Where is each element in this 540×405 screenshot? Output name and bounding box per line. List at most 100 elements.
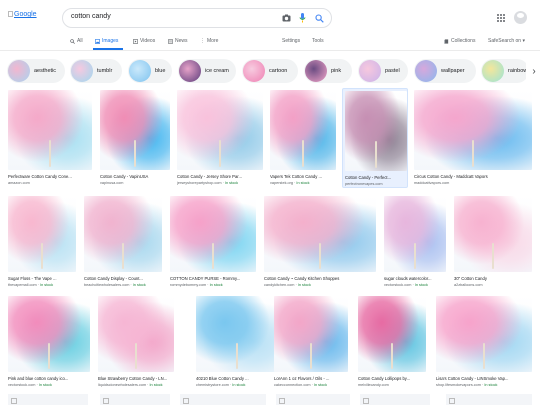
chip-wallpaper[interactable]: wallpaper	[414, 59, 476, 83]
result-source-line: a2zballoons.com	[454, 283, 532, 287]
result-caption[interactable]: Pink and blue cotton candy ico...	[8, 376, 90, 381]
tab-news[interactable]: News	[168, 38, 188, 44]
image-result-loading[interactable]	[360, 394, 430, 405]
result-thumbnail[interactable]	[98, 296, 174, 372]
image-result[interactable]: Cotton Candy Display - Count... beachciti…	[84, 196, 162, 292]
tab-videos[interactable]: Videos	[133, 38, 155, 44]
image-result-loading[interactable]	[180, 394, 266, 405]
result-thumbnail[interactable]	[358, 296, 426, 372]
result-thumbnail[interactable]	[274, 296, 348, 372]
result-caption[interactable]: 30" Cotton Candy	[454, 276, 532, 281]
chip-blue[interactable]: blue	[128, 59, 172, 83]
settings-link[interactable]: Settings	[282, 38, 300, 44]
chip-ice-cream[interactable]: ice cream	[178, 59, 236, 83]
result-caption[interactable]: 40210 Blue Cotton Candy ...	[196, 376, 278, 381]
chip-cartoon[interactable]: cartoon	[242, 59, 298, 83]
result-caption[interactable]: Cotton Candy - Perfect...	[345, 175, 407, 180]
result-caption[interactable]: Vapers Tek Cotton Candy ...	[270, 174, 336, 179]
result-thumbnail[interactable]	[100, 90, 170, 170]
image-result[interactable]: 40210 Blue Cotton Candy ... chemistrystor…	[196, 296, 278, 392]
result-thumbnail[interactable]	[177, 90, 263, 170]
result-thumbnail[interactable]	[8, 196, 76, 272]
image-result[interactable]: Cotton Candy - Perfect... perfectronevape…	[342, 88, 408, 188]
image-result[interactable]: Perfectware Cotton Candy Cone... amazon.c…	[8, 90, 92, 190]
chip-rainbow[interactable]: rainbow	[481, 59, 529, 83]
search-box[interactable]: cotton candy	[62, 8, 332, 28]
tools-link[interactable]: Tools	[312, 38, 324, 44]
image-result[interactable]: Cotton Candy Lollipops by... melvillecand…	[358, 296, 426, 392]
result-caption[interactable]: Perfectware Cotton Candy Cone...	[8, 174, 92, 179]
chip-thumbnail	[129, 60, 151, 82]
chip-tumblr[interactable]: tumblr	[70, 59, 122, 83]
result-thumbnail[interactable]	[8, 90, 92, 170]
cotton-candy-stick	[48, 343, 50, 369]
chip-aesthetic[interactable]: aesthetic	[7, 59, 65, 83]
image-result[interactable]: Cotton Candy - VapinUSA vapinusa.com	[100, 90, 170, 190]
image-result[interactable]: COTTON CANDY PURSE - Rommy... rommydebomm…	[170, 196, 256, 292]
chip-thumbnail	[305, 60, 327, 82]
result-source: vectorstock.com	[384, 283, 412, 287]
result-caption[interactable]: Lisa's Cotton Candy - LINSmoke Vap...	[436, 376, 532, 381]
result-thumbnail[interactable]	[384, 196, 446, 272]
result-thumbnail[interactable]	[454, 196, 532, 272]
search-icon[interactable]	[314, 13, 324, 23]
image-result[interactable]: Lisa's Cotton Candy - LINSmoke Vap... sho…	[436, 296, 532, 392]
image-result[interactable]: 30" Cotton Candy a2zballoons.com	[454, 196, 532, 292]
search-input[interactable]: cotton candy	[71, 13, 111, 20]
image-result[interactable]: Pink and blue cotton candy ico... vectors…	[8, 296, 90, 392]
result-thumbnail[interactable]	[345, 91, 407, 171]
tab-all[interactable]: All	[70, 38, 83, 44]
image-result[interactable]: Circus Cotton Candy - Maddcatt Vapors mad…	[414, 90, 532, 190]
result-thumbnail[interactable]	[264, 196, 376, 272]
image-result[interactable]: sugar clouds watercolor... vectorstock.co…	[384, 196, 446, 292]
result-caption[interactable]: Cotton Candy - VapinUSA	[100, 174, 170, 179]
chip-pastel[interactable]: pastel	[358, 59, 408, 83]
apps-grid-icon[interactable]	[497, 14, 505, 22]
result-thumbnail[interactable]	[84, 196, 162, 272]
chip-label: wallpaper	[441, 68, 465, 74]
result-caption[interactable]: COTTON CANDY PURSE - Rommy...	[170, 276, 256, 281]
collections-label: Collections	[451, 38, 476, 44]
microphone-icon[interactable]	[297, 13, 307, 23]
chip-pink[interactable]: pink	[304, 59, 352, 83]
result-source: melvillecandy.com	[358, 383, 389, 387]
result-thumbnail[interactable]	[8, 296, 90, 372]
result-caption[interactable]: Cotton Candy - Jersey Shore Par...	[177, 174, 263, 179]
result-caption[interactable]: Circus Cotton Candy - Maddcatt Vapors	[414, 174, 532, 179]
result-caption[interactable]: LorAnn 1 oz Flavors / Oils - ...	[274, 376, 348, 381]
image-result[interactable]: LorAnn 1 oz Flavors / Oils - ... cakeccon…	[274, 296, 348, 392]
logo-alt-text: Google	[14, 11, 37, 18]
result-thumbnail[interactable]	[270, 90, 336, 170]
result-caption[interactable]: Sugar Floss - The Vape ...	[8, 276, 76, 281]
google-logo[interactable]: Google	[8, 11, 37, 18]
result-thumbnail[interactable]	[414, 90, 532, 170]
in-stock-badge: In stock	[40, 283, 54, 287]
image-result-loading[interactable]	[100, 394, 170, 405]
result-thumbnail[interactable]	[170, 196, 256, 272]
result-source: vapinusa.com	[100, 181, 124, 185]
result-caption[interactable]: sugar clouds watercolor...	[384, 276, 446, 281]
tab-images[interactable]: Images	[95, 38, 118, 44]
result-thumbnail[interactable]	[436, 296, 532, 372]
result-caption[interactable]: Cotton Candy Display - Count...	[84, 276, 162, 281]
account-avatar[interactable]	[514, 11, 527, 24]
result-caption[interactable]: Cotton Candy Lollipops by...	[358, 376, 426, 381]
collections-link[interactable]: Collections	[444, 38, 475, 44]
image-result[interactable]: Cotton Candy - Jersey Shore Par... jersey…	[177, 90, 263, 190]
cotton-candy-stick	[483, 343, 485, 369]
tools-label: Tools	[312, 38, 324, 44]
image-result[interactable]: Sugar Floss - The Vape ... thevapemall.co…	[8, 196, 76, 292]
image-result-loading[interactable]	[8, 394, 88, 405]
result-caption[interactable]: Blue Strawberry Cotton Candy - LN...	[98, 376, 174, 381]
camera-icon[interactable]	[281, 13, 291, 23]
safesearch-toggle[interactable]: SafeSearch on ▾	[488, 38, 525, 44]
image-result-loading[interactable]	[446, 394, 532, 405]
tab-more[interactable]: ⋮ More	[200, 38, 218, 44]
image-result-loading[interactable]	[276, 394, 350, 405]
image-result[interactable]: Vapers Tek Cotton Candy ... vaperstek.org…	[270, 90, 336, 190]
result-caption[interactable]: Cotton Candy ~ Candy Kitchen Shoppes	[264, 276, 376, 281]
chevron-right-icon[interactable]: ›	[526, 62, 540, 80]
image-result[interactable]: Blue Strawberry Cotton Candy - LN... liqu…	[98, 296, 174, 392]
result-thumbnail[interactable]	[196, 296, 278, 372]
image-result[interactable]: Cotton Candy ~ Candy Kitchen Shoppes cand…	[264, 196, 376, 292]
